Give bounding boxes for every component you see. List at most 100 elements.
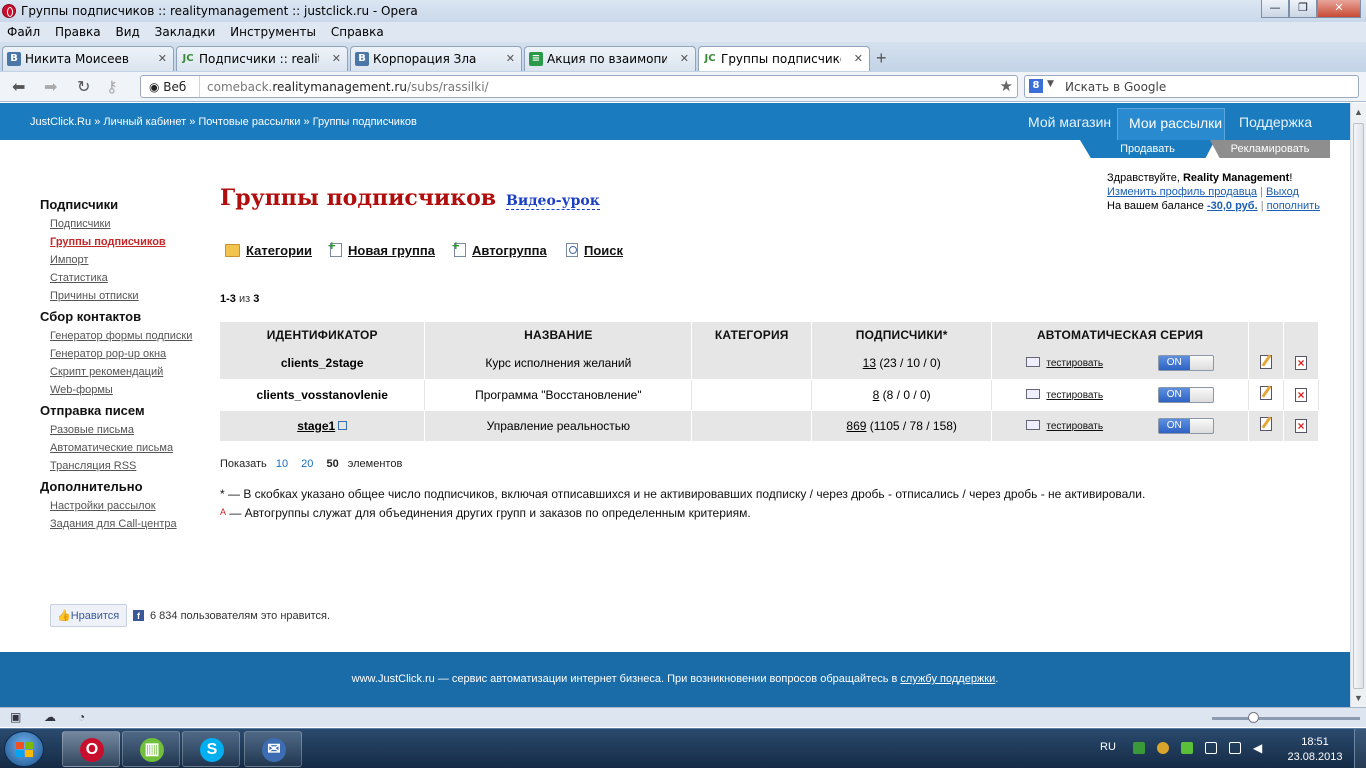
support-link[interactable]: службу поддержки [900,673,995,685]
sidebar-item-subscriber-groups[interactable]: Группы подписчиков [40,233,210,251]
scroll-up-icon[interactable]: ▲ [1354,107,1363,117]
taskbar-clock[interactable]: 18:51 23.08.2013 [1286,735,1344,765]
show-desktop-button[interactable] [1354,729,1366,768]
categories-button[interactable]: Категории [225,243,312,258]
address-url[interactable]: comeback.realitymanagement.ru/subs/rassi… [207,80,489,94]
speed-dial-icon[interactable]: ◔ [78,710,85,724]
bookmark-star-icon[interactable]: ★ [1000,77,1013,95]
sidebar-item-form-generator[interactable]: Генератор формы подписки [40,327,210,345]
close-tab-icon[interactable]: ✕ [854,52,863,65]
sidebar-item-auto-letters[interactable]: Автоматические письма [40,439,210,457]
menu-file[interactable]: Файл [0,22,44,39]
page-size-20[interactable]: 20 [301,458,313,470]
vertical-scrollbar[interactable]: ▲ ▼ [1350,103,1366,707]
new-group-button[interactable]: Новая группа [328,238,435,258]
test-link[interactable]: тестировать [1046,421,1103,432]
delete-icon[interactable]: × [1294,387,1307,402]
series-toggle[interactable]: ON [1157,355,1214,372]
close-tab-icon[interactable]: ✕ [158,52,167,65]
minimize-button[interactable]: — [1261,0,1289,18]
col-header-category[interactable]: КАТЕГОРИЯ [691,322,813,348]
sidebar-item-popup-generator[interactable]: Генератор pop-up окна [40,345,210,363]
subnav-advertise[interactable]: Рекламировать [1210,140,1330,158]
autogroup-button[interactable]: Автогруппа [452,238,547,258]
scroll-down-icon[interactable]: ▼ [1354,693,1363,703]
sidebar-item-subscribers[interactable]: Подписчики [40,215,210,233]
reload-icon[interactable]: ↻ [77,77,90,97]
search-button[interactable]: Поиск [566,243,623,258]
taskbar-thunderbird[interactable]: ✉ [244,731,302,767]
start-button[interactable] [4,731,44,767]
video-lesson-link[interactable]: Видео-урок [506,193,600,210]
close-tab-icon[interactable]: ✕ [332,52,341,65]
new-tab-icon[interactable]: + [876,48,887,69]
volume-icon[interactable]: ◀ [1253,742,1265,754]
nav-support[interactable]: Поддержка [1239,114,1312,130]
tab-vk-moiseev[interactable]: B Никита Моисеев ✕ [2,46,174,71]
google-icon[interactable]: 8 [1029,79,1043,93]
tab-promo-sheet[interactable]: ≡ Акция по взаимопиару ✕ [524,46,696,71]
taskbar-drink[interactable]: ▥ [122,731,180,767]
col-header-name[interactable]: НАЗВАНИЕ [424,322,693,348]
edit-icon[interactable] [1259,386,1272,400]
topup-link[interactable]: пополнить [1267,200,1320,212]
logout-link[interactable]: Выход [1266,186,1299,198]
test-link[interactable]: тестировать [1046,390,1103,401]
sidebar-item-unsubscribe-reasons[interactable]: Причины отписки [40,287,210,305]
close-window-button[interactable]: ✕ [1317,0,1361,18]
maximize-button[interactable]: ❐ [1289,0,1317,18]
delete-icon[interactable]: × [1294,356,1307,371]
zoom-slider[interactable] [1212,712,1360,723]
sidebar-item-single-letters[interactable]: Разовые письма [40,421,210,439]
tray-check-icon[interactable] [1181,742,1193,754]
menu-edit[interactable]: Правка [48,22,105,39]
series-toggle[interactable]: ON [1157,417,1214,434]
menu-view[interactable]: Вид [108,22,143,39]
like-button[interactable]: 👍Нравится [50,604,127,627]
tab-subscriber-groups[interactable]: JC Группы подписчиков ... ✕ [698,46,870,71]
chevron-down-icon[interactable]: ▼ [1047,79,1054,89]
taskbar-opera[interactable]: O [62,731,120,767]
sidebar-item-import[interactable]: Импорт [40,251,210,269]
breadcrumb-cabinet[interactable]: Личный кабинет [103,116,186,128]
subscribers-link[interactable]: 13 [863,356,876,370]
edit-icon[interactable] [1259,354,1272,369]
sidebar-item-statistics[interactable]: Статистика [40,269,210,287]
tray-smile-icon[interactable] [1157,742,1169,754]
tab-vk-corporation[interactable]: B Корпорация Зла ✕ [350,46,522,71]
nav-my-shop[interactable]: Мой магазин [1028,114,1111,130]
breadcrumb-mailings[interactable]: Почтовые рассылки [198,116,300,128]
close-tab-icon[interactable]: ✕ [506,52,515,65]
scrollbar-thumb[interactable] [1353,123,1364,689]
col-header-id[interactable]: ИДЕНТИФИКАТОР [220,322,426,348]
edit-profile-link[interactable]: Изменить профиль продавца [1107,186,1257,198]
cloud-icon[interactable]: ☁ [44,710,56,724]
subnav-sell[interactable]: Продавать [1080,140,1215,158]
series-toggle[interactable]: ON [1157,386,1214,403]
nav-my-mailings[interactable]: Мои рассылки [1117,108,1225,140]
language-indicator[interactable]: RU [1100,741,1116,753]
network-icon[interactable] [1229,742,1241,754]
search-field[interactable]: 8 ▼ Искать в Google [1024,75,1359,98]
sidebar-item-recommend-script[interactable]: Скрипт рекомендаций [40,363,210,381]
sidebar-item-callcenter-tasks[interactable]: Задания для Call-центра [40,515,210,533]
zoom-slider-knob[interactable] [1248,712,1259,723]
sidebar-item-rss[interactable]: Трансляция RSS [40,457,210,475]
back-icon[interactable]: ⬅ [12,77,25,97]
forward-icon[interactable]: ➡ [44,77,57,97]
taskbar-skype[interactable]: S [182,731,240,767]
panel-toggle-icon[interactable]: ▣ [10,710,21,724]
balance-value[interactable]: -30,0 руб. [1207,200,1258,212]
sidebar-item-web-forms[interactable]: Web-формы [40,381,210,399]
page-size-10[interactable]: 10 [276,458,288,470]
close-tab-icon[interactable]: ✕ [680,52,689,65]
edit-icon[interactable] [1259,417,1272,431]
group-id-link[interactable]: stage1 [297,419,335,433]
tray-window-icon[interactable] [1205,742,1217,754]
menu-help[interactable]: Справка [324,22,388,39]
web-badge[interactable]: ◉ Веб [149,80,186,94]
menu-bookmarks[interactable]: Закладки [148,22,220,39]
subscribers-link[interactable]: 869 [846,419,866,433]
test-link[interactable]: тестировать [1046,358,1103,369]
breadcrumb-home[interactable]: JustClick.Ru [30,116,91,128]
